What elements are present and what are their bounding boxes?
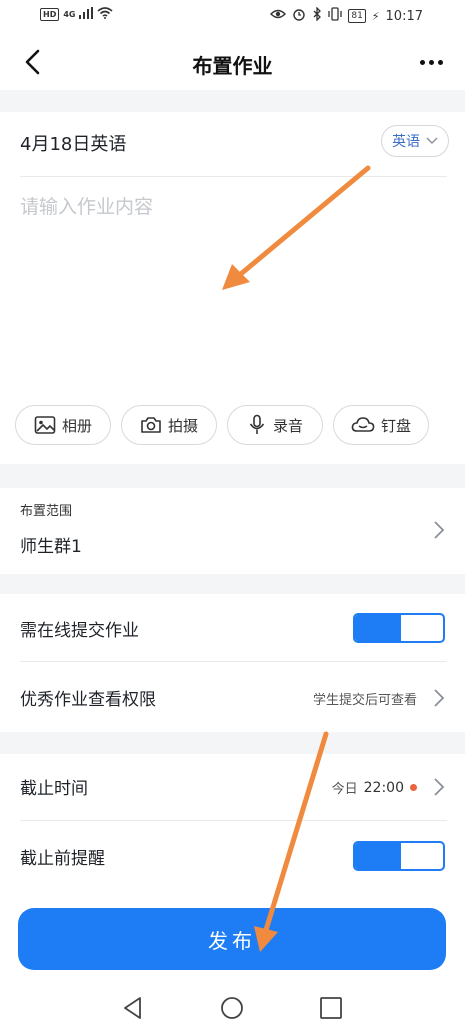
status-bar: HD 4G 81 ⚡ 10:17 <box>0 0 465 34</box>
section-gap <box>0 574 465 594</box>
bluetooth-icon <box>312 6 322 25</box>
nav-bar: 布置作业 <box>0 34 465 90</box>
attach-record-label: 录音 <box>272 416 303 435</box>
system-nav-bar <box>0 985 465 1033</box>
attach-camera-label: 拍摄 <box>167 416 198 435</box>
microphone-icon <box>249 414 265 434</box>
deadline-day: 今日 <box>331 782 358 797</box>
excellent-view-label: 优秀作业查看权限 <box>20 690 156 710</box>
signal-icon <box>79 7 94 22</box>
subject-select[interactable]: 英语 <box>381 125 449 157</box>
divider <box>20 820 447 821</box>
homework-content-input[interactable] <box>20 192 445 382</box>
hd-badge: HD <box>40 8 60 21</box>
chevron-right-icon[interactable] <box>433 688 445 708</box>
section-gap <box>0 464 465 488</box>
wifi-icon <box>97 7 114 22</box>
attach-dingpan-label: 钉盘 <box>380 416 411 435</box>
chevron-down-icon <box>426 137 438 144</box>
subject-value: 英语 <box>392 134 420 150</box>
toggle-on-segment <box>355 843 401 869</box>
system-recents-icon[interactable] <box>318 995 344 1021</box>
reminder-label: 截止前提醒 <box>20 849 105 869</box>
more-dot-icon <box>437 59 443 65</box>
online-submit-label: 需在线提交作业 <box>20 621 139 641</box>
reminder-toggle[interactable] <box>353 841 445 871</box>
attach-camera-button[interactable]: 拍摄 <box>121 405 217 445</box>
chevron-right-icon[interactable] <box>433 777 445 797</box>
clock-time: 10:17 <box>385 8 423 24</box>
camera-icon <box>141 417 161 433</box>
status-right: 81 ⚡ 10:17 <box>270 6 423 25</box>
homework-title[interactable]: 4月18日英语 <box>20 130 126 156</box>
battery-indicator: 81 <box>348 9 366 23</box>
chevron-right-icon <box>434 521 445 539</box>
system-home-icon[interactable] <box>219 995 245 1021</box>
attach-dingpan-button[interactable]: 钉盘 <box>333 405 429 445</box>
system-back-icon[interactable] <box>120 995 146 1021</box>
excellent-view-value[interactable]: 学生提交后可查看 <box>313 689 417 708</box>
deadline-label: 截止时间 <box>20 779 88 799</box>
deadline-value[interactable]: 今日 22:00 <box>332 778 417 797</box>
cloud-icon <box>351 417 375 432</box>
more-button[interactable] <box>415 48 447 76</box>
divider <box>20 661 447 662</box>
section-gap <box>0 90 465 112</box>
deadline-time: 22:00 <box>363 779 404 796</box>
deadline-dot <box>410 784 417 791</box>
vibrate-icon <box>328 7 342 25</box>
attach-album-button[interactable]: 相册 <box>15 405 111 445</box>
attach-album-label: 相册 <box>61 416 92 435</box>
divider <box>20 176 447 177</box>
attachment-row: 相册 拍摄 录音 钉盘 <box>15 405 429 445</box>
alarm-icon <box>292 7 306 25</box>
eye-icon <box>270 8 287 24</box>
toggle-on-segment <box>355 615 401 641</box>
publish-button[interactable]: 发布 <box>18 908 446 970</box>
online-submit-toggle[interactable] <box>353 613 445 643</box>
section-gap <box>0 732 465 754</box>
page-title: 布置作业 <box>192 54 273 78</box>
network-badge: 4G <box>63 10 76 19</box>
more-dot-icon <box>419 59 425 65</box>
scope-value: 师生群1 <box>20 537 82 557</box>
more-dot-icon <box>428 59 434 65</box>
image-icon <box>34 416 56 434</box>
status-left: HD 4G <box>40 7 114 22</box>
attach-record-button[interactable]: 录音 <box>227 405 323 445</box>
scope-label: 布置范围 <box>20 504 73 519</box>
charging-icon: ⚡ <box>371 9 380 23</box>
